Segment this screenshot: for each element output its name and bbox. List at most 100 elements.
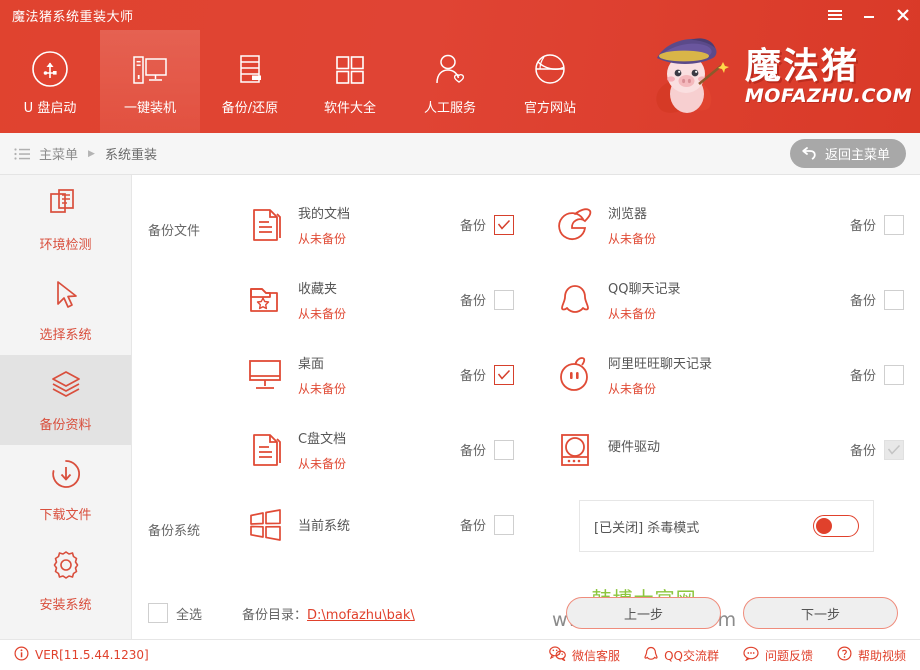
brand-text: 魔法猪 MOFAZHU.COM	[745, 49, 912, 106]
favorites-folder-icon	[232, 277, 298, 323]
nav-item-backup-restore[interactable]: 备份/还原	[200, 30, 300, 133]
backup-checkbox-desktop[interactable]	[494, 365, 514, 385]
antivirus-mode-label: [已关闭] 杀毒模式	[594, 517, 699, 536]
backup-checkbox-wrap[interactable]: 备份	[850, 365, 912, 385]
backup-item-c-drive-docs[interactable]: C盘文档 从未备份 备份	[132, 427, 522, 473]
menu-button[interactable]	[818, 0, 852, 30]
link-label: QQ交流群	[664, 647, 719, 664]
wechat-icon	[549, 646, 566, 664]
back-button-label: 返回主菜单	[825, 144, 890, 163]
breadcrumb-separator: ▶	[86, 149, 97, 159]
brand-name-cn: 魔法猪	[745, 49, 859, 85]
backup-item-info: 阿里旺旺聊天记录 从未备份	[608, 353, 850, 397]
nav-label: 一键装机	[124, 97, 176, 116]
nav-label: U 盘启动	[24, 97, 77, 116]
help-video-link[interactable]: 帮助视频	[837, 646, 906, 664]
back-to-main-menu-button[interactable]: 返回主菜单	[790, 139, 906, 168]
backup-checkbox-c-drive-docs[interactable]	[494, 440, 514, 460]
backup-check-label: 备份	[460, 290, 486, 309]
backup-row: 我的文档 从未备份 备份	[132, 187, 920, 262]
backup-item-name: 浏览器	[608, 203, 850, 222]
usb-icon	[28, 48, 72, 90]
backup-item-status: 从未备份	[298, 380, 460, 397]
backup-item-status: 从未备份	[298, 305, 460, 322]
status-bar: VER[11.5.44.1230] 微信客服	[0, 639, 920, 670]
backup-check-label: 备份	[850, 440, 876, 459]
download-icon	[48, 458, 84, 496]
backup-check-label: 备份	[460, 515, 486, 534]
backup-checkbox-wrap[interactable]: 备份	[460, 215, 522, 235]
backup-files-section-label: 备份文件	[148, 220, 228, 239]
backup-checkbox-aliwangwang-chat[interactable]	[884, 365, 904, 385]
backup-checkbox-wrap[interactable]: 备份	[460, 365, 522, 385]
backup-check-label: 备份	[850, 290, 876, 309]
backup-item-info: 硬件驱动	[608, 436, 850, 463]
backup-item-info: 浏览器 从未备份	[608, 203, 850, 247]
backup-checkbox-wrap[interactable]: 备份	[460, 290, 522, 310]
backup-item-desktop[interactable]: 桌面 从未备份 备份	[132, 352, 522, 398]
title-bar: 魔法猪系统重装大师	[0, 0, 920, 30]
app-title: 魔法猪系统重装大师	[12, 6, 134, 25]
minimize-icon	[861, 8, 877, 22]
gear-icon	[48, 548, 84, 586]
backup-item-name: QQ聊天记录	[608, 278, 850, 297]
backup-directory-path-link[interactable]: D:\mofazhu\bak\	[307, 608, 415, 623]
sidebar-item-env-check[interactable]: 环境检测	[0, 175, 131, 265]
backup-checkbox-wrap[interactable]: 备份	[460, 440, 522, 460]
nav-item-human-service[interactable]: 人工服务	[400, 30, 500, 133]
backup-item-favorites[interactable]: 收藏夹 从未备份 备份	[132, 277, 522, 323]
backup-item-hardware-driver: 硬件驱动 备份	[522, 427, 912, 473]
breadcrumb-current: 系统重装	[105, 144, 157, 163]
sidebar-item-download-files[interactable]: 下载文件	[0, 445, 131, 535]
computer-icon	[128, 48, 172, 90]
close-button[interactable]	[886, 0, 920, 30]
feedback-link[interactable]: 问题反馈	[743, 646, 813, 664]
nav-item-one-key-install[interactable]: 一键装机	[100, 30, 200, 133]
antivirus-mode-toggle[interactable]	[813, 515, 859, 537]
body: 环境检测 选择系统 备份资料	[0, 175, 920, 639]
question-icon	[837, 646, 852, 664]
backup-checkbox-browser[interactable]	[884, 215, 904, 235]
backup-item-info: 当前系统	[298, 515, 460, 534]
backup-checkbox-current-system[interactable]	[494, 515, 514, 535]
wechat-support-link[interactable]: 微信客服	[549, 646, 620, 664]
backup-item-qq-chat[interactable]: QQ聊天记录 从未备份 备份	[522, 277, 912, 323]
hamburger-icon	[827, 8, 843, 22]
sidebar-item-install-system[interactable]: 安装系统	[0, 535, 131, 625]
backup-item-name: 阿里旺旺聊天记录	[608, 353, 850, 372]
backup-item-status: 从未备份	[608, 380, 850, 397]
backup-checkbox-wrap[interactable]: 备份	[850, 290, 912, 310]
backup-check-label: 备份	[850, 365, 876, 384]
backup-checkbox-qq-chat[interactable]	[884, 290, 904, 310]
backup-item-status: 从未备份	[298, 230, 460, 247]
nav-label: 备份/还原	[222, 97, 278, 116]
sidebar-item-backup-data[interactable]: 备份资料	[0, 355, 131, 445]
nav-item-software[interactable]: 软件大全	[300, 30, 400, 133]
backup-item-browser[interactable]: 浏览器 从未备份 备份	[522, 202, 912, 248]
minimize-button[interactable]	[852, 0, 886, 30]
select-all-checkbox[interactable]	[148, 603, 168, 623]
backup-checkbox-wrap[interactable]: 备份	[460, 515, 522, 535]
select-all-control[interactable]: 全选	[148, 603, 202, 623]
desktop-monitor-icon	[232, 352, 298, 398]
qq-group-link[interactable]: QQ交流群	[644, 646, 719, 665]
backup-checkbox-hardware-driver	[884, 440, 904, 460]
nav-item-usb-boot[interactable]: U 盘启动	[0, 30, 100, 133]
backup-item-aliwangwang-chat[interactable]: 阿里旺旺聊天记录 从未备份 备份	[522, 352, 912, 398]
backup-checkbox-wrap[interactable]: 备份	[850, 215, 912, 235]
list-icon[interactable]	[14, 147, 31, 161]
next-step-button[interactable]: 下一步	[743, 597, 898, 629]
app-header: 魔法猪系统重装大师	[0, 0, 920, 133]
sidebar-label: 备份资料	[39, 414, 91, 433]
previous-step-button[interactable]: 上一步	[566, 597, 721, 629]
backup-item-name: 桌面	[298, 353, 460, 372]
qq-penguin-icon	[644, 646, 658, 665]
cursor-icon	[48, 278, 84, 316]
nav-item-official-site[interactable]: 官方网站	[500, 30, 600, 133]
sidebar-item-select-system[interactable]: 选择系统	[0, 265, 131, 355]
version-text: VER[11.5.44.1230]	[35, 648, 149, 662]
backup-checkbox-my-documents[interactable]	[494, 215, 514, 235]
documents-icon	[232, 202, 298, 248]
backup-checkbox-favorites[interactable]	[494, 290, 514, 310]
breadcrumb-root[interactable]: 主菜单	[39, 144, 78, 163]
